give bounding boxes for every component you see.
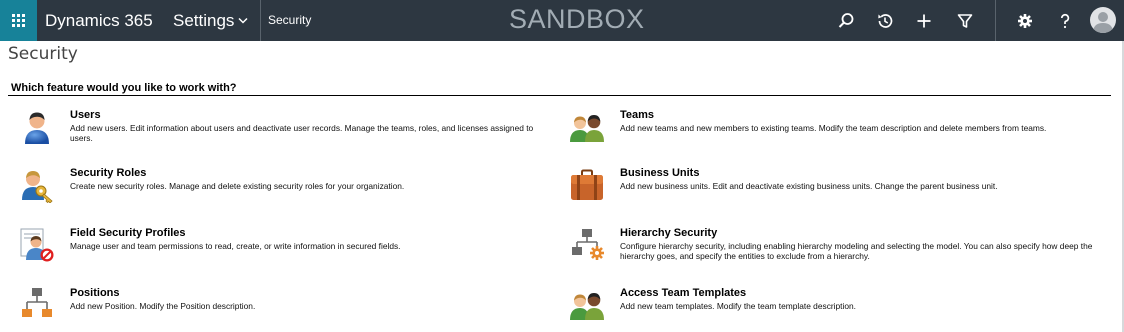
search-icon[interactable] (836, 11, 856, 31)
environment-label: SANDBOX (509, 4, 645, 34)
app-name[interactable]: Dynamics 365 (45, 0, 153, 41)
user-avatar-icon[interactable] (1090, 7, 1116, 33)
feature-description: Add new Position. Modify the Position de… (70, 301, 256, 311)
feature-hierarchy-security[interactable]: Hierarchy Security Configure hierarchy s… (569, 227, 1109, 267)
page-title: Security (8, 44, 78, 64)
feature-description: Configure hierarchy security, including … (620, 241, 1093, 262)
feature-title: Access Team Templates (620, 287, 747, 299)
team-template-icon (569, 287, 605, 323)
help-icon[interactable] (1055, 11, 1075, 31)
section-heading: Which feature would you like to work wit… (11, 82, 237, 94)
feature-title: Positions (70, 287, 120, 299)
feature-teams[interactable]: Teams Add new teams and new members to e… (569, 109, 1109, 149)
area-menu-settings[interactable]: Settings (173, 0, 234, 41)
feature-users[interactable]: Users Add new users. Edit information ab… (19, 109, 559, 149)
feature-description: Add new business units. Edit and deactiv… (620, 181, 998, 191)
breadcrumb[interactable]: Security (268, 0, 311, 41)
app-launcher-button[interactable] (0, 0, 37, 41)
feature-security-roles[interactable]: Security Roles Create new security roles… (19, 167, 559, 207)
user-icon (19, 109, 55, 145)
add-icon[interactable] (914, 11, 934, 31)
feature-description: Create new security roles. Manage and de… (70, 181, 405, 191)
field-security-profile-icon (19, 227, 55, 263)
feature-description: Add new users. Edit information about us… (70, 123, 534, 144)
briefcase-icon (569, 167, 605, 203)
feature-description: Add new teams and new members to existin… (620, 123, 1047, 133)
team-icon (569, 109, 605, 145)
feature-business-units[interactable]: Business Units Add new business units. E… (569, 167, 1109, 207)
security-role-key-icon (19, 167, 55, 203)
chevron-down-icon[interactable] (236, 13, 250, 27)
feature-positions[interactable]: Positions Add new Position. Modify the P… (19, 287, 559, 327)
feature-title: Users (70, 109, 101, 121)
feature-description: Manage user and team permissions to read… (70, 241, 401, 251)
app-launcher-icon (12, 14, 25, 27)
filter-icon[interactable] (955, 11, 975, 31)
feature-access-team-templates[interactable]: Access Team Templates Add new team templ… (569, 287, 1109, 327)
section-divider (8, 95, 1111, 96)
feature-field-security-profiles[interactable]: Field Security Profiles Manage user and … (19, 227, 559, 267)
hierarchy-settings-icon (569, 227, 605, 263)
gear-icon[interactable] (1015, 11, 1035, 31)
top-navigation-bar: Dynamics 365 Settings Security SANDBOX (0, 0, 1124, 41)
feature-title: Security Roles (70, 167, 147, 179)
feature-title: Teams (620, 109, 655, 121)
feature-title: Business Units (620, 167, 700, 179)
nav-divider (260, 0, 261, 41)
org-chart-icon (19, 287, 55, 323)
feature-title: Hierarchy Security (620, 227, 718, 239)
feature-description: Add new team templates. Modify the team … (620, 301, 857, 311)
toolbar-divider (995, 0, 996, 41)
feature-title: Field Security Profiles (70, 227, 186, 239)
recent-icon[interactable] (875, 11, 895, 31)
